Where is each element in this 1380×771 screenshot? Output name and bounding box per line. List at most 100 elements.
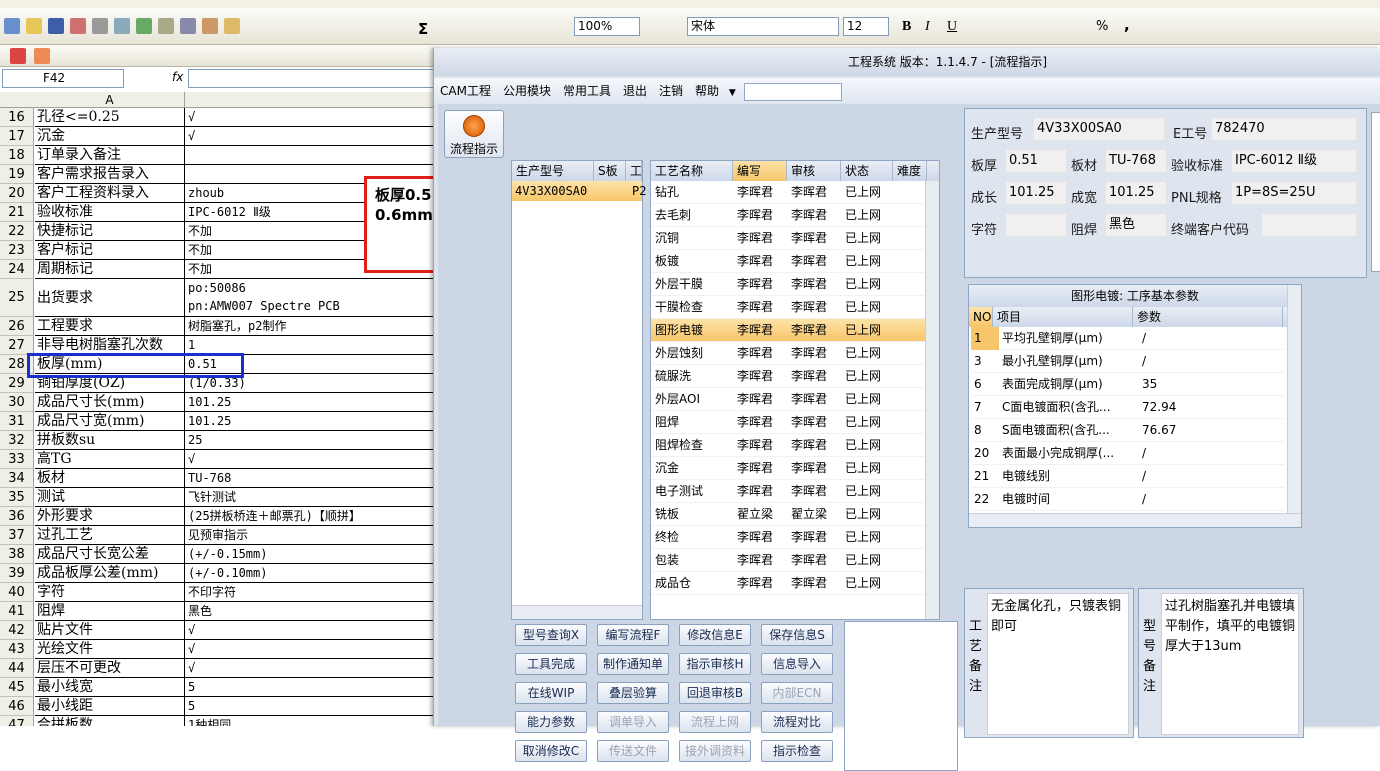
process-note-text[interactable]: 无金属化孔，只镀表铜即可 <box>987 593 1129 735</box>
process-row[interactable]: 硫脲洗 李晖君 李晖君 已上网 <box>651 365 925 388</box>
col-header-param[interactable]: 参数 <box>1133 307 1283 327</box>
row-header[interactable]: 46 <box>0 697 34 716</box>
cell-b[interactable]: 1种相同 <box>185 716 440 726</box>
row-header[interactable]: 35 <box>0 488 34 507</box>
action-button[interactable]: 信息导入 <box>761 653 833 675</box>
model-grid[interactable]: 生产型号 S板工 4V33X00SA0 P2 <box>511 160 646 620</box>
action-button[interactable]: 在线WIP <box>515 682 587 704</box>
process-row[interactable]: 钻孔 李晖君 李晖君 已上网 <box>651 181 925 204</box>
process-grid-vscroll[interactable] <box>925 181 939 619</box>
cell-a[interactable]: 光绘文件 <box>35 640 185 659</box>
process-row[interactable]: 电子测试 李晖君 李晖君 已上网 <box>651 480 925 503</box>
action-button[interactable]: 接外调资料 <box>679 740 751 762</box>
process-row[interactable]: 成品仓 李晖君 李晖君 已上网 <box>651 572 925 595</box>
menu-logout[interactable]: 注销 <box>653 78 689 104</box>
action-button[interactable]: 传送文件 <box>597 740 669 762</box>
cell-a[interactable]: 最小线距 <box>35 697 185 716</box>
row-header[interactable]: 23 <box>0 241 34 260</box>
param-row[interactable]: 21 电镀线别 / <box>971 465 1284 488</box>
row-header[interactable]: 42 <box>0 621 34 640</box>
eno-field[interactable]: 782470 <box>1211 117 1357 141</box>
pdf-settings-icon[interactable] <box>34 48 50 64</box>
cell-b[interactable] <box>185 146 440 165</box>
end-customer-field[interactable] <box>1261 213 1357 237</box>
col-header-writer[interactable]: 编写 <box>733 161 787 181</box>
col-header-s[interactable]: S板 <box>594 161 626 181</box>
process-row[interactable]: 外层AOI 李晖君 李晖君 已上网 <box>651 388 925 411</box>
cell-a[interactable]: 字符 <box>35 583 185 602</box>
cell-a[interactable]: 高TG <box>35 450 185 469</box>
new-icon[interactable] <box>4 18 20 34</box>
process-grid[interactable]: 工艺名称 编写 审核 状态 难度 钻孔 李晖君 李晖君 已上网 去毛刺 李晖君 李晖君 已上网 沉铜 李晖… <box>650 160 940 620</box>
name-box[interactable]: F42 <box>2 69 124 88</box>
action-button[interactable]: 流程上网 <box>679 711 751 733</box>
process-row[interactable]: 阻焊检查 李晖君 李晖君 已上网 <box>651 434 925 457</box>
cell-b[interactable]: 树脂塞孔，p2制作 <box>185 317 440 336</box>
process-row[interactable]: 包装 李晖君 李晖君 已上网 <box>651 549 925 572</box>
cell-b[interactable]: (+/-0.10mm) <box>185 564 440 583</box>
cell-a[interactable]: 孔径<=0.25 <box>35 108 185 127</box>
cell-a[interactable]: 客户工程资料录入 <box>35 184 185 203</box>
length-field[interactable]: 101.25 <box>1005 181 1067 205</box>
row-header[interactable]: 22 <box>0 222 34 241</box>
param-row[interactable]: 6 表面完成铜厚(μm) 35 <box>971 373 1284 396</box>
row-header[interactable]: 40 <box>0 583 34 602</box>
action-button[interactable]: 修改信息E <box>679 624 751 646</box>
row-header[interactable]: 37 <box>0 526 34 545</box>
copy-icon[interactable] <box>180 18 196 34</box>
row-header[interactable]: 43 <box>0 640 34 659</box>
cell-a[interactable]: 合拼板数 <box>35 716 185 726</box>
bold-button[interactable]: B <box>902 19 911 35</box>
process-row[interactable]: 去毛刺 李晖君 李晖君 已上网 <box>651 204 925 227</box>
process-row[interactable]: 沉铜 李晖君 李晖君 已上网 <box>651 227 925 250</box>
cell-a[interactable]: 层压不可更改 <box>35 659 185 678</box>
cell-a[interactable]: 出货要求 <box>35 279 185 317</box>
cell-b[interactable]: 见预审指示 <box>185 526 440 545</box>
material-field[interactable]: TU-768 <box>1105 149 1167 173</box>
model-grid-hscroll[interactable] <box>512 605 642 619</box>
cell-a[interactable]: 成品尺寸长(mm) <box>35 393 185 412</box>
cell-b[interactable]: 101.25 <box>185 412 440 431</box>
cell-a[interactable]: 沉金 <box>35 127 185 146</box>
col-header-model[interactable]: 生产型号 <box>512 161 594 181</box>
cell-a[interactable]: 拼板数su <box>35 431 185 450</box>
cell-a[interactable]: 成品尺寸宽(mm) <box>35 412 185 431</box>
cell-a[interactable]: 客户需求报告录入 <box>35 165 185 184</box>
cell-b[interactable]: 101.25 <box>185 393 440 412</box>
cut-icon[interactable] <box>158 18 174 34</box>
cell-a[interactable]: 验收标准 <box>35 203 185 222</box>
param-row[interactable]: 3 最小孔壁铜厚(μm) / <box>971 350 1284 373</box>
action-button[interactable]: 能力参数 <box>515 711 587 733</box>
menu-help[interactable]: 帮助 <box>689 78 725 104</box>
cell-b[interactable]: √ <box>185 640 440 659</box>
cell-b[interactable]: TU-768 <box>185 469 440 488</box>
action-button[interactable]: 工具完成 <box>515 653 587 675</box>
italic-button[interactable]: I <box>925 19 930 35</box>
cell-a[interactable]: 客户标记 <box>35 241 185 260</box>
cell-a[interactable]: 过孔工艺 <box>35 526 185 545</box>
row-header[interactable]: 19 <box>0 165 34 184</box>
menu-chevron-icon[interactable]: ▼ <box>729 88 736 98</box>
col-header-item[interactable]: 项目 <box>993 307 1133 327</box>
col-header-process[interactable]: 工艺名称 <box>651 161 733 181</box>
cell-a[interactable]: 工程要求 <box>35 317 185 336</box>
process-row[interactable]: 干膜检查 李晖君 李晖君 已上网 <box>651 296 925 319</box>
cell-b[interactable]: 飞针测试 <box>185 488 440 507</box>
action-button[interactable]: 保存信息S <box>761 624 833 646</box>
row-header[interactable]: 30 <box>0 393 34 412</box>
action-button[interactable]: 叠层验算 <box>597 682 669 704</box>
menu-exit[interactable]: 退出 <box>617 78 653 104</box>
paste-icon[interactable] <box>202 18 218 34</box>
cell-a[interactable]: 贴片文件 <box>35 621 185 640</box>
row-header[interactable]: 41 <box>0 602 34 621</box>
preview-icon[interactable] <box>114 18 130 34</box>
cell-a[interactable]: 阻焊 <box>35 602 185 621</box>
zoom-select[interactable]: 100% <box>574 17 640 36</box>
row-header[interactable]: 38 <box>0 545 34 564</box>
params-grid[interactable]: 图形电镀: 工序基本参数 NO 项目 参数 1 平均孔壁铜厚(μm) / 3 最小孔壁铜厚(… <box>968 284 1302 528</box>
cell-a[interactable]: 测试 <box>35 488 185 507</box>
row-header[interactable]: 45 <box>0 678 34 697</box>
cell-b[interactable]: 25 <box>185 431 440 450</box>
save-icon[interactable] <box>48 18 64 34</box>
row-header[interactable]: 47 <box>0 716 34 726</box>
